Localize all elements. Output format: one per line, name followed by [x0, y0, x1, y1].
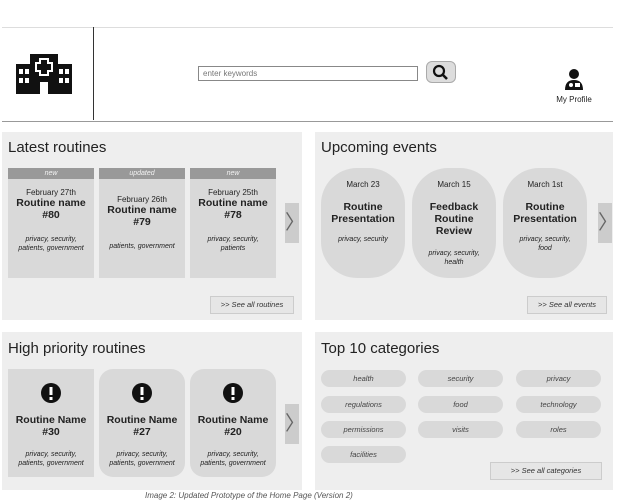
card-number: #80: [42, 209, 60, 221]
card-name: Routine Name: [106, 414, 178, 426]
card-name: Routine Name: [197, 414, 269, 426]
category-facilities[interactable]: facilities: [321, 446, 406, 463]
category-roles[interactable]: roles: [516, 421, 601, 438]
event-tags: food: [538, 245, 552, 252]
card-tag: new: [8, 168, 94, 179]
event-card-march-15[interactable]: March 15 Feedback Routine Review privacy…: [412, 168, 496, 278]
event-title: Presentation: [513, 213, 577, 225]
card-tags: patients: [220, 245, 246, 252]
category-health[interactable]: health: [321, 370, 406, 387]
card-tags: patients, government: [18, 245, 84, 252]
event-date: March 1st: [527, 180, 563, 189]
category-permissions[interactable]: permissions: [321, 421, 406, 438]
card-number: #79: [133, 216, 151, 228]
card-tags: patients, government: [18, 460, 84, 467]
high-priority-title: High priority routines: [8, 340, 146, 357]
event-tags: health: [444, 259, 464, 266]
card-tags: privacy, security,: [25, 451, 77, 458]
card-date: February 25th: [208, 188, 258, 197]
card-name: Routine name: [198, 197, 268, 209]
card-tags: privacy, security,: [207, 236, 259, 243]
event-date: March 15: [437, 180, 471, 189]
upcoming-events-title: Upcoming events: [321, 139, 437, 156]
event-title: Routine: [434, 213, 474, 225]
card-name: Routine name: [16, 197, 86, 209]
event-tags: privacy, security,: [519, 236, 571, 243]
magnifier-icon: [432, 64, 448, 80]
priority-next-arrow-icon[interactable]: 〉: [285, 404, 305, 444]
event-date: March 23: [346, 180, 380, 189]
event-title: Routine: [343, 201, 383, 213]
routine-card-79[interactable]: updated February 26th Routine name #79 p…: [99, 168, 185, 278]
exclamation-icon: [41, 383, 61, 403]
card-tags: patients, government: [200, 460, 266, 467]
card-tag: new: [190, 168, 276, 179]
card-tags: patients, government: [109, 460, 175, 467]
profile-button[interactable]: My Profile: [544, 68, 604, 108]
priority-card-20[interactable]: Routine Name #20 privacy, security, pati…: [190, 369, 276, 477]
card-number: #30: [42, 426, 60, 438]
card-date: February 26th: [117, 195, 167, 204]
card-tags: privacy, security,: [116, 451, 168, 458]
event-title: Feedback: [429, 201, 479, 213]
event-title: Presentation: [331, 213, 395, 225]
card-tag: updated: [99, 168, 185, 179]
category-privacy[interactable]: privacy: [516, 370, 601, 387]
event-title: Review: [435, 225, 473, 237]
exclamation-icon: [223, 383, 243, 403]
card-name: Routine name: [107, 204, 177, 216]
search-input[interactable]: enter keywords: [198, 66, 418, 81]
event-title: Routine: [525, 201, 565, 213]
card-number: #20: [224, 426, 242, 438]
card-name: Routine Name: [15, 414, 87, 426]
category-security[interactable]: security: [418, 370, 503, 387]
latest-next-arrow-icon[interactable]: 〉: [285, 203, 305, 243]
routine-card-80[interactable]: new February 27th Routine name #80 priva…: [8, 168, 94, 278]
event-card-march-1st[interactable]: March 1st Routine Presentation privacy, …: [503, 168, 587, 278]
card-tags: patients, government: [109, 243, 175, 250]
category-visits[interactable]: visits: [418, 421, 503, 438]
latest-routines-title: Latest routines: [8, 139, 107, 156]
see-all-categories-button[interactable]: >> See all categories: [490, 462, 602, 480]
category-food[interactable]: food: [418, 396, 503, 413]
doctor-icon: [565, 69, 583, 90]
figure-caption: Image 2: Updated Prototype of the Home P…: [145, 491, 353, 500]
search-button[interactable]: [426, 61, 456, 83]
see-all-routines-button[interactable]: >> See all routines: [210, 296, 294, 314]
hospital-icon[interactable]: [14, 50, 74, 94]
exclamation-icon: [132, 383, 152, 403]
card-tags: privacy, security,: [207, 451, 259, 458]
events-next-arrow-icon[interactable]: 〉: [598, 203, 618, 243]
see-all-events-button[interactable]: >> See all events: [527, 296, 607, 314]
card-number: #27: [133, 426, 151, 438]
category-technology[interactable]: technology: [516, 396, 601, 413]
event-card-march-23[interactable]: March 23 Routine Presentation privacy, s…: [321, 168, 405, 278]
routine-card-78[interactable]: new February 25th Routine name #78 priva…: [190, 168, 276, 278]
priority-card-27[interactable]: Routine Name #27 privacy, security, pati…: [99, 369, 185, 477]
card-tags: privacy, security,: [25, 236, 77, 243]
header-divider: [93, 27, 94, 120]
profile-label: My Profile: [556, 95, 592, 104]
event-tags: privacy, security: [338, 236, 388, 243]
card-date: February 27th: [26, 188, 76, 197]
category-regulations[interactable]: regulations: [321, 396, 406, 413]
card-number: #78: [224, 209, 242, 221]
priority-card-30[interactable]: Routine Name #30 privacy, security, pati…: [8, 369, 94, 477]
event-tags: privacy, security,: [428, 250, 480, 257]
categories-title: Top 10 categories: [321, 340, 440, 357]
